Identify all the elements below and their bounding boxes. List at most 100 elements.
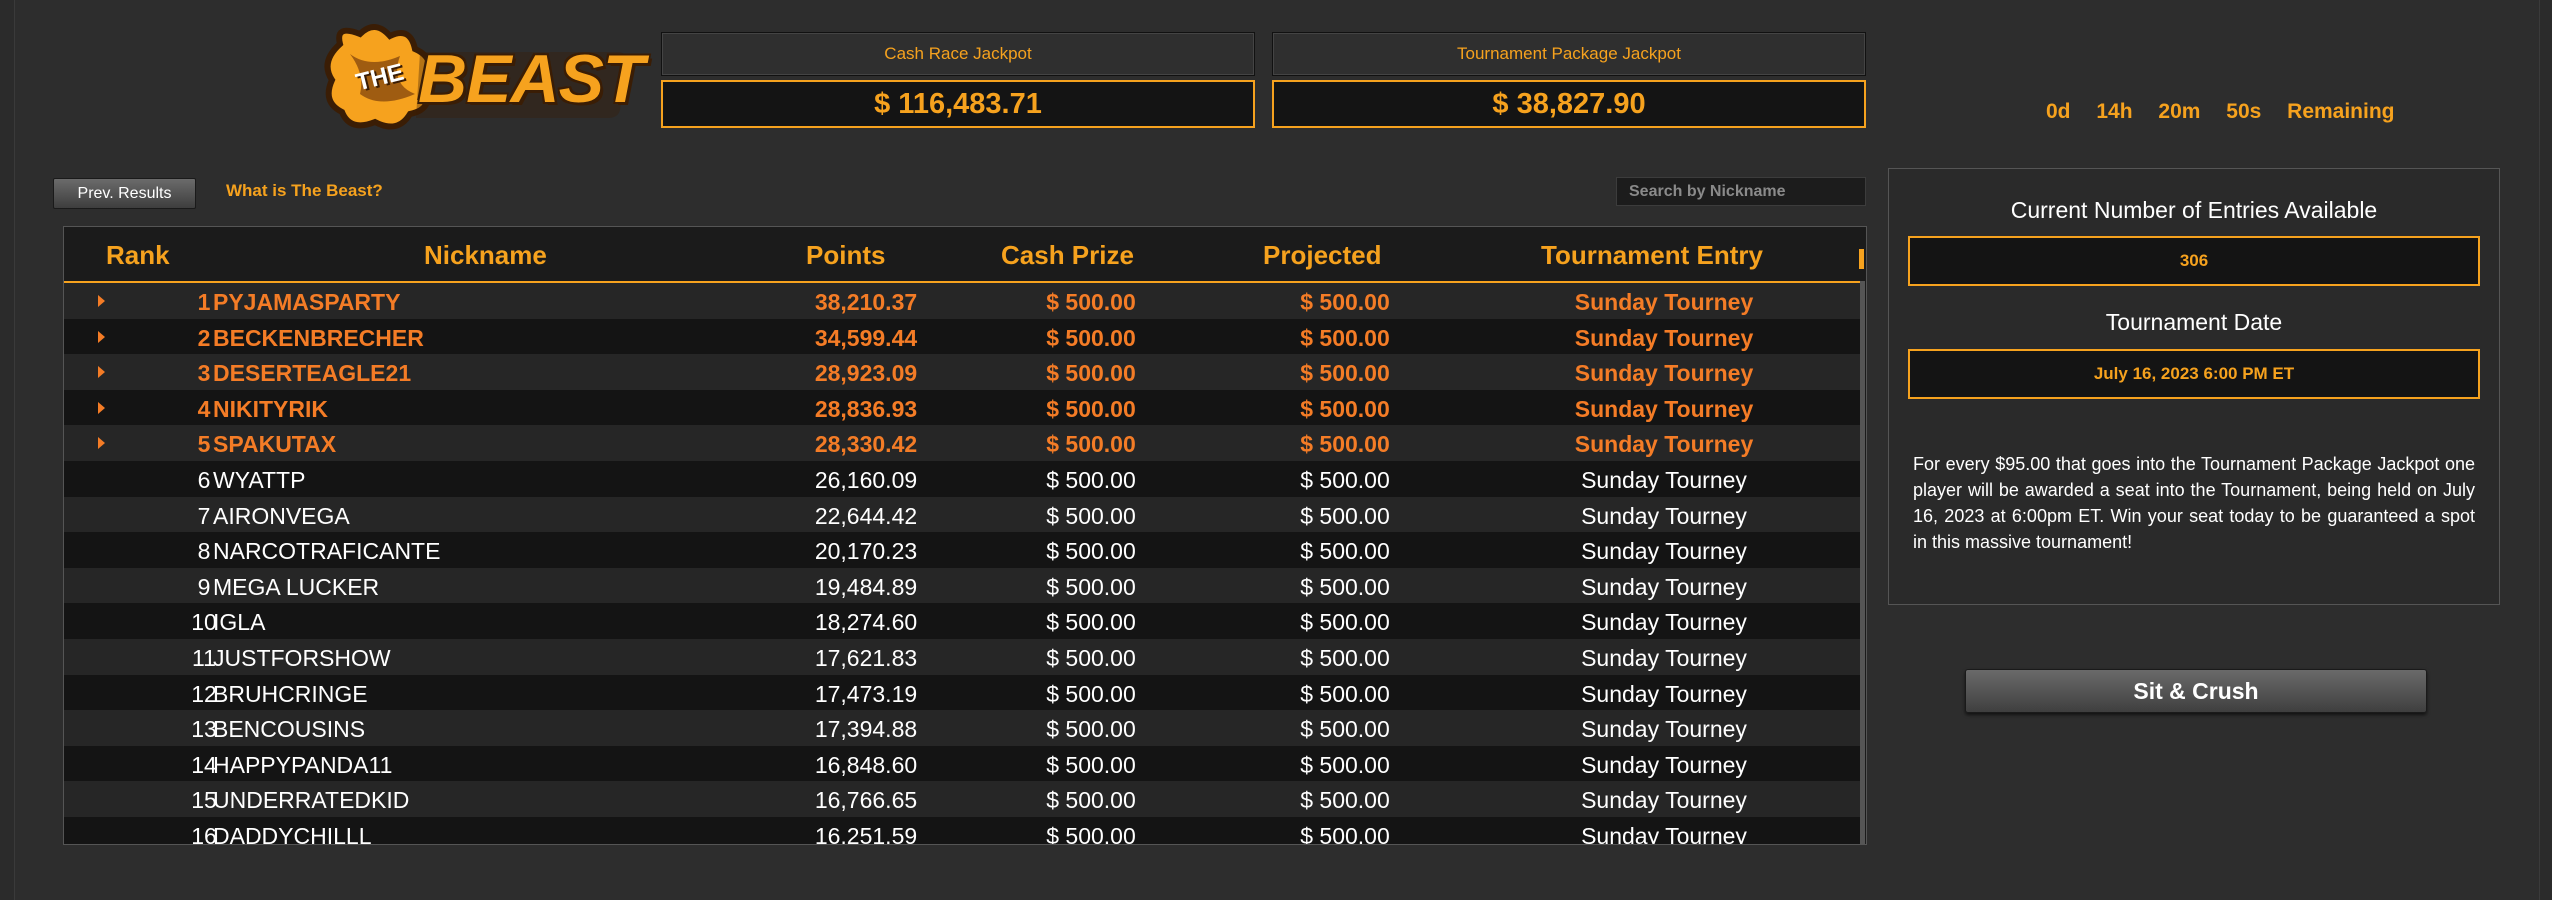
tournament-entry-cell: Sunday Tourney [1581, 573, 1747, 600]
entries-available-value: 306 [1908, 236, 2480, 286]
table-row[interactable]: 9 MEGA LUCKER 19,484.89 $ 500.00 $ 500.00 Sun… [64, 567, 1864, 604]
projected-cell: $ 500.00 [1300, 289, 1390, 315]
table-row[interactable]: 1 PYJAMASPARTY 38,210.37 $ 500.00 $ 500.00 Su… [64, 283, 1864, 319]
projected-cell: $ 500.00 [1300, 609, 1390, 636]
expand-arrow-icon[interactable] [98, 295, 105, 307]
tournament-entry-cell: Sunday Tourney [1581, 751, 1747, 778]
header-tournament-entry: Tournament Entry [1541, 240, 1763, 270]
expand-arrow-icon[interactable] [98, 330, 105, 343]
header-points: Points [806, 240, 886, 270]
entries-available-title: Current Number of Entries Available [2010, 197, 2378, 223]
nickname-cell: BECKENBRECHER [213, 324, 424, 351]
points-cell: 28,923.09 [814, 360, 918, 387]
nickname-cell: NIKITYRIK [213, 395, 328, 422]
points-cell: 22,644.42 [814, 502, 918, 529]
cash-prize-cell: $ 500.00 [1046, 822, 1136, 845]
tournament-entry-cell: Sunday Tourney [1574, 360, 1754, 387]
projected-cell: $ 500.00 [1300, 395, 1390, 422]
projected-cell: $ 500.00 [1300, 644, 1390, 671]
table-row[interactable]: 4 NIKITYRIK 28,836.93 $ 500.00 $ 500.00 Sunda… [64, 389, 1864, 426]
projected-cell: $ 500.00 [1300, 324, 1390, 351]
header-cash-prize: Cash Prize [1001, 240, 1134, 270]
tournament-entry-cell: Sunday Tourney [1581, 644, 1747, 671]
tournament-entry-cell: Sunday Tourney [1581, 609, 1747, 636]
table-row[interactable]: 12 BRUHCRINGE 17,473.19 $ 500.00 $ 500.00 Sun… [64, 674, 1864, 711]
table-row[interactable]: 2 BECKENBRECHER 34,599.44 $ 500.00 $ 500.00 S… [64, 318, 1864, 355]
points-cell: 19,484.89 [814, 573, 918, 600]
points-cell: 38,210.37 [814, 289, 918, 315]
cash-race-jackpot-value: $ 116,483.71 [661, 80, 1255, 128]
points-cell: 17,394.88 [814, 716, 918, 743]
projected-cell: $ 500.00 [1300, 680, 1390, 707]
what-is-the-beast-link[interactable]: What is The Beast? [226, 181, 383, 201]
nickname-cell: UNDERRATEDKID [213, 787, 410, 814]
expand-arrow-icon[interactable] [98, 437, 105, 450]
tournament-package-jackpot: Tournament Package Jackpot $ 38,827.90 [1272, 32, 1866, 128]
cash-prize-cell: $ 500.00 [1046, 538, 1136, 565]
table-row[interactable]: 15 UNDERRATEDKID 16,766.65 $ 500.00 $ 500.00… [64, 781, 1864, 817]
nickname-cell: HAPPYPANDA11 [213, 751, 393, 778]
expand-arrow-icon[interactable] [98, 401, 105, 414]
tournament-jackpot-value: $ 38,827.90 [1272, 80, 1866, 128]
table-row[interactable]: 14 HAPPYPANDA11 16,848.60 $ 500.00 $ 500.00 S… [64, 745, 1864, 782]
logo-beast-text: BEAST [418, 41, 644, 117]
nickname-cell: NARCOTRAFICANTE [213, 538, 441, 565]
leaderboard-table: Rank Nickname Points Cash Prize Projecte… [63, 226, 1867, 845]
cash-prize-cell: $ 500.00 [1046, 609, 1136, 636]
sit-and-crush-button[interactable]: Sit & Crush [1965, 669, 2427, 713]
tournament-info-panel: Current Number of Entries Available 306 … [1888, 168, 2500, 605]
cash-prize-cell: $ 500.00 [1046, 716, 1136, 743]
nickname-cell: DADDYCHILLL [213, 822, 372, 845]
projected-cell: $ 500.00 [1300, 716, 1390, 743]
tournament-entry-cell: Sunday Tourney [1574, 324, 1754, 351]
nickname-cell: JUSTFORSHOW [213, 644, 391, 671]
table-scrollbar[interactable] [1860, 281, 1865, 844]
tournament-description: For every $95.00 that goes into the Tour… [1913, 454, 2475, 552]
points-cell: 16,848.60 [814, 751, 918, 778]
cash-prize-cell: $ 500.00 [1046, 502, 1136, 529]
table-row[interactable]: 11 JUSTFORSHOW 17,621.83 $ 500.00 $ 500.00 Su… [64, 638, 1864, 675]
countdown-hours: 14h [2096, 100, 2133, 123]
tournament-entry-cell: Sunday Tourney [1574, 395, 1754, 422]
table-row[interactable]: 16 DADDYCHILLL 16,251.59 $ 500.00 $ 500.00 Su… [64, 816, 1864, 845]
expand-arrow-icon[interactable] [98, 366, 105, 379]
cash-prize-cell: $ 500.00 [1046, 573, 1136, 600]
the-beast-logo: THE BEAST [320, 14, 644, 138]
cash-prize-cell: $ 500.00 [1046, 644, 1136, 671]
points-cell: 18,274.60 [814, 609, 918, 636]
countdown-seconds: 50s [2226, 100, 2262, 123]
countdown-suffix: Remaining [2287, 100, 2395, 123]
tournament-entry-cell: Sunday Tourney [1581, 822, 1747, 845]
table-row[interactable]: 8 NARCOTRAFICANTE 20,170.23 $ 500.00 $ 500.0… [64, 532, 1864, 568]
tournament-entry-cell: Sunday Tourney [1574, 289, 1754, 315]
projected-cell: $ 500.00 [1300, 431, 1390, 458]
nickname-cell: WYATTP [213, 466, 306, 493]
header-nickname: Nickname [424, 240, 547, 270]
table-row[interactable]: 10 IGLA 18,274.60 $ 500.00 $ 500.00 Sunday To… [64, 603, 1864, 639]
tournament-date-title: Tournament Date [2105, 309, 2283, 335]
points-cell: 17,621.83 [814, 644, 918, 671]
tournament-date-value: July 16, 2023 6:00 PM ET [1908, 349, 2480, 399]
table-row[interactable]: 5 SPAKUTAX 28,330.42 $ 500.00 $ 500.00 Sunday… [64, 425, 1864, 461]
countdown-days: 0d [2046, 100, 2071, 123]
nickname-cell: AIRONVEGA [213, 502, 350, 529]
cash-prize-cell: $ 500.00 [1046, 751, 1136, 778]
cash-prize-cell: $ 500.00 [1046, 324, 1136, 351]
table-row[interactable]: 7 AIRONVEGA 22,644.42 $ 500.00 $ 500.00 Sunda… [64, 496, 1864, 533]
prev-results-button[interactable]: Prev. Results [53, 178, 196, 209]
tournament-entry-cell: Sunday Tourney [1581, 538, 1747, 565]
cash-prize-cell: $ 500.00 [1046, 360, 1136, 387]
nickname-cell: BRUHCRINGE [213, 680, 368, 707]
tournament-entry-cell: Sunday Tourney [1581, 716, 1747, 743]
table-row[interactable]: 6 WYATTP 26,160.09 $ 500.00 $ 500.00 Sunday T… [64, 460, 1864, 497]
cash-race-jackpot-label: Cash Race Jackpot [661, 32, 1255, 76]
header-overflow-marker [1859, 249, 1864, 269]
points-cell: 16,251.59 [814, 822, 918, 845]
projected-cell: $ 500.00 [1300, 822, 1390, 845]
tournament-entry-cell: Sunday Tourney [1581, 466, 1747, 493]
points-cell: 17,473.19 [814, 680, 918, 707]
projected-cell: $ 500.00 [1300, 466, 1390, 493]
search-nickname-input[interactable] [1616, 177, 1866, 206]
table-row[interactable]: 3 DESERTEAGLE21 28,923.09 $ 500.00 $ 500.00 S… [64, 354, 1864, 390]
table-row[interactable]: 13 BENCOUSINS 17,394.88 $ 500.00 $ 500.00 Sun… [64, 710, 1864, 746]
